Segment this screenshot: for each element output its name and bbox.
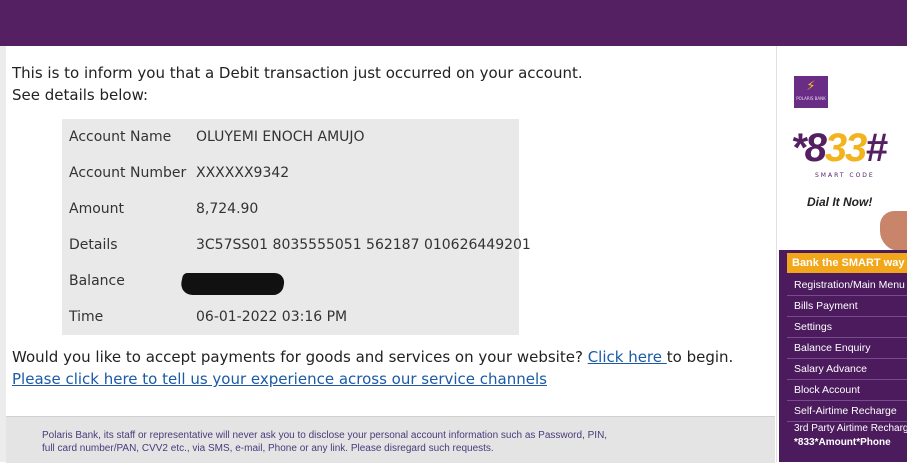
disclaimer-text: Polaris Bank, its staff or representativ… bbox=[42, 429, 607, 455]
menu-item: Settings bbox=[787, 317, 907, 338]
smart-code-caption: SMART CODE bbox=[815, 172, 875, 179]
detail-value: XXXXXX9342 bbox=[196, 165, 290, 181]
detail-value: 06-01-2022 03:16 PM bbox=[196, 309, 348, 325]
code-gold: 33 bbox=[824, 126, 867, 170]
intro-line-2: See details below: bbox=[12, 86, 149, 104]
feedback-link[interactable]: Please click here to tell us your experi… bbox=[12, 370, 547, 388]
menu-item-label: 3rd Party Airtime Recharge bbox=[794, 423, 907, 434]
intro-line-1: This is to inform you that a Debit trans… bbox=[12, 64, 583, 82]
accept-payments-line: Would you like to accept payments for go… bbox=[12, 346, 733, 368]
menu-item: Balance Enquiry bbox=[787, 338, 907, 359]
detail-value: OLUYEMI ENOCH AMUJO bbox=[196, 129, 365, 145]
detail-label: Amount bbox=[69, 201, 125, 217]
detail-label: Details bbox=[69, 237, 118, 253]
detail-value: 3C57SS01 8035555051 562187 010626449201 bbox=[196, 237, 531, 253]
detail-label: Balance bbox=[69, 273, 125, 289]
disclaimer-line-1: Polaris Bank, its staff or representativ… bbox=[42, 430, 608, 441]
menu-item: Bills Payment bbox=[787, 296, 907, 317]
detail-label: Account Number bbox=[69, 165, 187, 181]
hand-image bbox=[880, 211, 907, 251]
detail-row-balance: Balance bbox=[69, 263, 509, 299]
code-suffix: # bbox=[865, 126, 887, 170]
logo-bolt-icon: ⚡ bbox=[806, 79, 816, 94]
click-here-link[interactable]: Click here bbox=[588, 348, 667, 366]
accept-payments-suffix: to begin. bbox=[666, 348, 734, 366]
detail-value: 8,724.90 bbox=[196, 201, 259, 217]
menu-heading: Bank the SMART way bbox=[787, 253, 907, 273]
accept-payments-text: Would you like to accept payments for go… bbox=[12, 348, 588, 366]
intro-text: This is to inform you that a Debit trans… bbox=[12, 62, 583, 106]
transaction-details-table: Account Name OLUYEMI ENOCH AMUJO Account… bbox=[62, 119, 531, 335]
code-prefix: *8 bbox=[791, 126, 827, 170]
detail-label: Account Name bbox=[69, 129, 172, 145]
disclaimer-line-2: full card number/PAN, CVV2 etc., via SMS… bbox=[42, 443, 494, 454]
menu-item: Registration/Main Menu bbox=[787, 275, 907, 296]
header-bar bbox=[0, 0, 907, 46]
cta-section: Would you like to accept payments for go… bbox=[12, 346, 733, 390]
menu-item-3rd-party: 3rd Party Airtime Recharge *833*Amount*P… bbox=[787, 422, 907, 458]
detail-label: Time bbox=[69, 309, 104, 325]
smart-code-banner: *833# bbox=[791, 126, 888, 170]
promo-sidebar: ⚡ POLARIS BANK *833# SMART CODE Dial It … bbox=[776, 46, 907, 462]
dial-it-now-text: Dial It Now! bbox=[807, 195, 873, 209]
polaris-logo: ⚡ POLARIS BANK bbox=[794, 76, 828, 108]
menu-item: Salary Advance bbox=[787, 359, 907, 380]
menu-item: Block Account bbox=[787, 380, 907, 401]
redaction-mark bbox=[178, 273, 287, 295]
ussd-menu: Bank the SMART way Registration/Main Men… bbox=[779, 250, 907, 462]
menu-item: Self-Airtime Recharge bbox=[787, 401, 907, 422]
email-body: This is to inform you that a Debit trans… bbox=[6, 46, 775, 416]
menu-item-code: *833*Amount*Phone bbox=[794, 437, 891, 448]
security-disclaimer: Polaris Bank, its staff or representativ… bbox=[6, 416, 775, 463]
logo-caption: POLARIS BANK bbox=[796, 96, 826, 101]
